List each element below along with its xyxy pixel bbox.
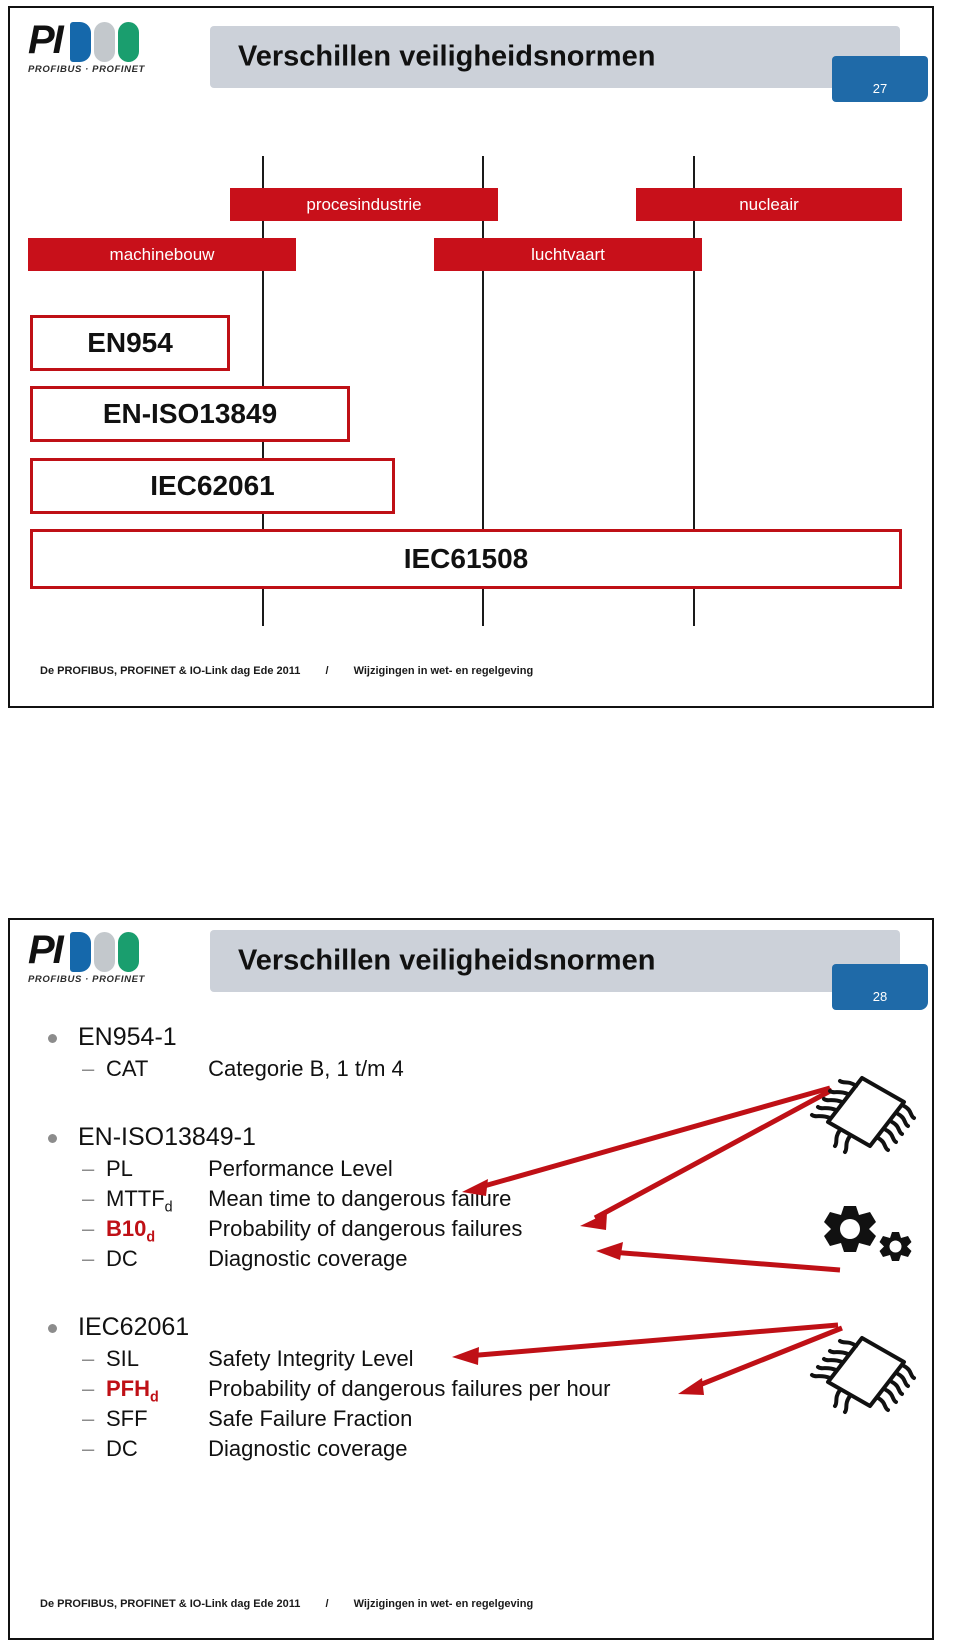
slide-title-banner: Verschillen veiligheidsnormen (210, 930, 900, 992)
standard-box-iec61508: IEC61508 (30, 529, 902, 589)
ic-chip-icon-bottom (800, 1320, 920, 1420)
pi-logo-blob-green (118, 22, 139, 62)
page-title: Verschillen veiligheidsnormen (238, 40, 656, 73)
page-number-badge: 28 (832, 964, 928, 1010)
pi-logo-blob-green (118, 932, 139, 972)
group-row: DC Diagnostic coverage (40, 1434, 740, 1464)
slide-2: PI PROFIBUS · PROFINET Verschillen veili… (8, 918, 934, 1640)
domain-box-label: procesindustrie (306, 194, 422, 214)
pi-logo-blob-grey (94, 932, 115, 972)
row-key-subscript: d (146, 1229, 156, 1246)
standard-box-en954: EN954 (30, 315, 230, 371)
footer-right: Wijzigingen in wet- en regelgeving (353, 665, 534, 677)
pi-logo: PI PROFIBUS · PROFINET (26, 18, 166, 80)
slide-footer: De PROFIBUS, PROFINET & IO-Link dag Ede … (40, 1598, 533, 1610)
domain-box-nucleair: nucleair (636, 188, 902, 221)
standard-box-label: EN954 (87, 327, 173, 358)
row-key: SIL (106, 1346, 140, 1371)
footer-right: Wijzigingen in wet- en regelgeving (353, 1598, 534, 1610)
footer-separator: / (325, 1598, 329, 1610)
row-key-subscript: d (150, 1389, 159, 1406)
domain-box-label: nucleair (739, 194, 799, 214)
slide-footer: De PROFIBUS, PROFINET & IO-Link dag Ede … (40, 665, 533, 677)
row-key: DC (106, 1436, 138, 1461)
row-description: Diagnostic coverage (208, 1436, 408, 1461)
ic-chip-icon-top (800, 1060, 920, 1160)
domain-box-luchtvaart: luchtvaart (434, 238, 702, 271)
domain-box-machinebouw: machinebouw (28, 238, 296, 271)
slide-1: PI PROFIBUS · PROFINET Verschillen veili… (8, 6, 934, 708)
footer-left: De PROFIBUS, PROFINET & IO-Link dag Ede … (40, 665, 301, 677)
row-description: Safe Failure Fraction (208, 1406, 413, 1431)
standard-box-label: IEC61508 (403, 543, 529, 574)
group-heading: EN954-1 (40, 1020, 680, 1054)
pi-logo-blob-grey (94, 22, 115, 62)
row-description: Performance Level (208, 1156, 393, 1181)
standard-box-iec62061: IEC62061 (30, 458, 395, 514)
page-number-badge: 27 (832, 56, 928, 102)
row-key: CAT (106, 1056, 149, 1081)
pi-logo-mark: PI (28, 18, 64, 62)
standard-box-label: EN-ISO13849 (102, 398, 278, 429)
row-description: Safety Integrity Level (208, 1346, 414, 1371)
domain-box-procesindustrie: procesindustrie (230, 188, 498, 221)
pi-logo: PI PROFIBUS · PROFINET (26, 928, 166, 990)
pi-logo-subtitle: PROFIBUS · PROFINET (28, 64, 145, 75)
domain-box-label: luchtvaart (531, 244, 605, 264)
pi-logo-blob-blue (70, 22, 91, 62)
footer-left: De PROFIBUS, PROFINET & IO-Link dag Ede … (40, 1598, 301, 1610)
domain-box-label: machinebouw (109, 244, 215, 264)
pi-logo-subtitle: PROFIBUS · PROFINET (28, 974, 145, 985)
row-description: Categorie B, 1 t/m 4 (208, 1056, 404, 1081)
page-title: Verschillen veiligheidsnormen (238, 944, 656, 977)
row-key: SFF (106, 1406, 148, 1431)
row-key: PL (106, 1156, 133, 1181)
row-description: Diagnostic coverage (208, 1246, 408, 1271)
row-key: DC (106, 1246, 138, 1271)
pi-logo-blob-blue (70, 932, 91, 972)
gears-icon (808, 1198, 918, 1276)
footer-separator: / (325, 665, 329, 677)
standard-box-en-iso13849: EN-ISO13849 (30, 386, 350, 442)
standard-box-label: IEC62061 (150, 470, 275, 501)
slide-title-banner: Verschillen veiligheidsnormen (210, 26, 900, 88)
pi-logo-mark: PI (28, 928, 64, 972)
row-key-subscript: d (164, 1199, 173, 1216)
